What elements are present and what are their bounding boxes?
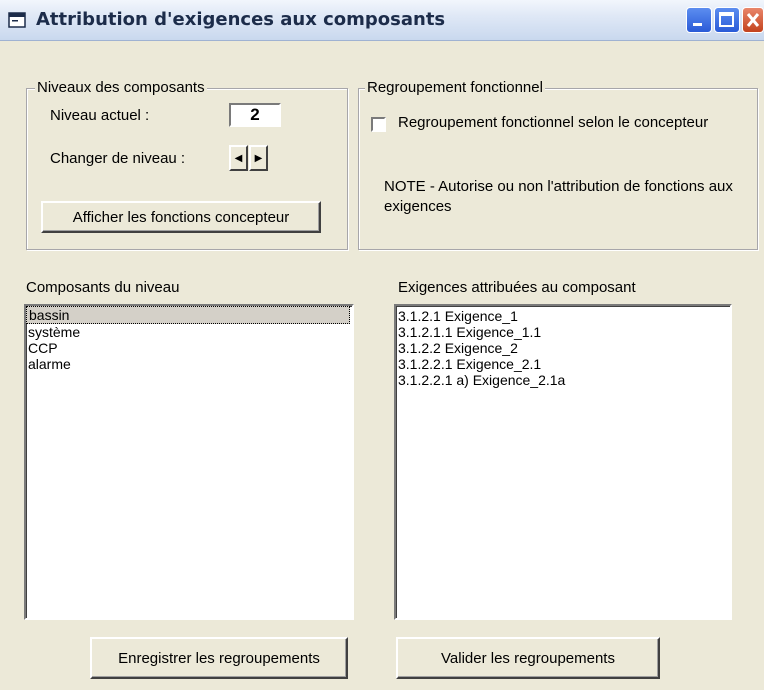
close-button[interactable]	[742, 7, 764, 33]
title-bar[interactable]: Attribution d'exigences aux composants	[0, 0, 764, 41]
regroupement-checkbox-label[interactable]: Regroupement fonctionnel selon le concep…	[398, 114, 708, 131]
close-icon	[746, 13, 760, 27]
regroupement-checkbox[interactable]	[371, 117, 386, 132]
regroupement-note: NOTE - Autorise ou non l'attribution de …	[384, 178, 733, 215]
window-title: Attribution d'exigences aux composants	[36, 9, 446, 30]
list-item[interactable]: 3.1.2.1 Exigence_1	[396, 308, 730, 324]
list-item[interactable]: 3.1.2.1.1 Exigence_1.1	[396, 324, 730, 340]
enregistrer-regroupements-label: Enregistrer les regroupements	[118, 649, 320, 667]
arrow-right-icon: ▶	[254, 152, 263, 164]
exigences-label: Exigences attribuées au composant	[398, 279, 636, 296]
maximize-button[interactable]	[714, 7, 740, 33]
maximize-icon	[719, 12, 734, 27]
afficher-fonctions-label: Afficher les fonctions concepteur	[72, 208, 290, 226]
arrow-left-icon: ◀	[234, 152, 243, 164]
list-item[interactable]: 3.1.2.2.1 Exigence_2.1	[396, 356, 730, 372]
list-item[interactable]: 3.1.2.2.1 a) Exigence_2.1a	[396, 372, 730, 388]
niveau-decrement-button[interactable]: ◀	[229, 145, 248, 171]
niveau-increment-button[interactable]: ▶	[249, 145, 268, 171]
regroupement-groupbox: Regroupement fonctionnel	[358, 79, 758, 250]
minimize-button[interactable]	[686, 7, 712, 33]
afficher-fonctions-button[interactable]: Afficher les fonctions concepteur	[41, 201, 321, 233]
list-item[interactable]: CCP	[26, 340, 352, 356]
app-window-icon	[8, 12, 26, 28]
valider-regroupements-label: Valider les regroupements	[441, 649, 615, 667]
niveau-actuel-value: 2	[229, 103, 281, 127]
composants-label: Composants du niveau	[26, 279, 180, 296]
list-item[interactable]: système	[26, 324, 352, 340]
list-item[interactable]: 3.1.2.2 Exigence_2	[396, 340, 730, 356]
enregistrer-regroupements-button[interactable]: Enregistrer les regroupements	[90, 637, 348, 679]
exigences-listbox[interactable]: 3.1.2.1 Exigence_1 3.1.2.1.1 Exigence_1.1…	[394, 304, 732, 620]
minimize-icon	[693, 23, 702, 26]
changer-niveau-label: Changer de niveau :	[50, 150, 186, 167]
list-item[interactable]: bassin	[26, 306, 350, 324]
list-item[interactable]: alarme	[26, 356, 352, 372]
valider-regroupements-button[interactable]: Valider les regroupements	[396, 637, 660, 679]
regroupement-legend: Regroupement fonctionnel	[365, 79, 545, 96]
composants-listbox[interactable]: bassin système CCP alarme	[24, 304, 354, 620]
niveau-actuel-label: Niveau actuel :	[50, 107, 150, 124]
niveaux-legend: Niveaux des composants	[35, 79, 207, 96]
